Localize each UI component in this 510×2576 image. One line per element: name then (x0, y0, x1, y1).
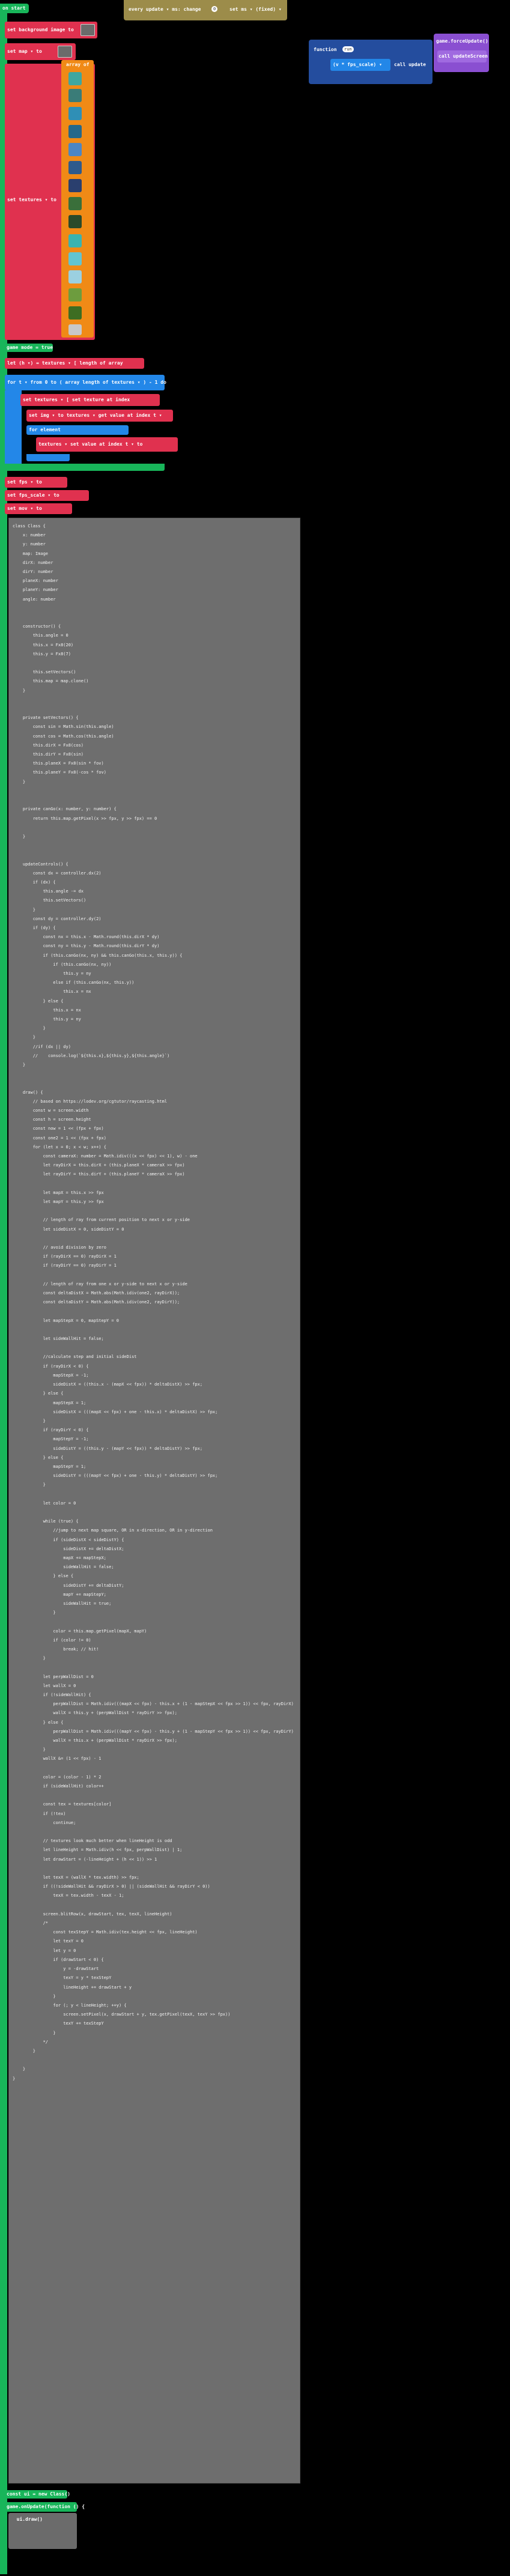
set-textures-label: set textures ▾ to (7, 197, 56, 202)
for-loop-block[interactable]: for t ▾ from 0 to ( array length of text… (5, 375, 166, 390)
call-update-screen-label: call updateScreen (439, 53, 488, 59)
for-loop-body[interactable] (5, 390, 22, 468)
foreach-block[interactable]: for element (26, 425, 129, 435)
const-ui-block[interactable]: const ui = new Class() (5, 2490, 70, 2499)
set-img-block[interactable]: set img ▾ to textures ▾ get value at ind… (26, 410, 173, 422)
set-map-block[interactable]: set map ▾ to (5, 43, 76, 60)
texture-tile-1[interactable] (68, 89, 82, 102)
textures-array-block[interactable]: array of (61, 60, 94, 338)
right-call-label: game.forceUpdate() (436, 38, 488, 44)
code-text: class Class { x: number y: number map: I… (13, 524, 294, 2081)
texture-tile-13[interactable] (68, 306, 82, 320)
texture-tile-2[interactable] (68, 107, 82, 120)
map-image-thumb[interactable] (58, 46, 72, 58)
set-map-label: set map ▾ to (7, 49, 42, 54)
function-block[interactable]: function run (v * fps_scale) ▾ call upda… (309, 40, 433, 84)
function-name[interactable]: run (342, 46, 354, 52)
game-update-block[interactable]: game.onUpdate(function () { (5, 2502, 85, 2512)
background-image-thumb[interactable] (80, 24, 95, 36)
replace-label: textures ▾ set value at index t ▾ to (38, 441, 143, 447)
let-h-block[interactable]: let (h ▾) = textures ▾ [ length of array (5, 358, 144, 369)
texture-tile-7[interactable] (68, 197, 82, 210)
set-background-block[interactable]: set background image to (5, 22, 97, 38)
function-inner-label: (v * fps_scale) ▾ (333, 62, 382, 67)
call-update-label: call update (394, 62, 426, 67)
set-fps-scale-block[interactable]: set fps_scale ▾ to (5, 490, 89, 501)
texture-tile-10[interactable] (68, 252, 82, 265)
for-loop-label: for t ▾ from 0 to ( array length of text… (7, 380, 166, 385)
set-textures-el-block[interactable]: set textures ▾ [ set texture at index (20, 394, 160, 406)
const-ui-label: const ui = new Class() (7, 2491, 70, 2497)
game-mode-block[interactable]: game mode = true (5, 344, 53, 352)
set-textures-el-label: set textures ▾ [ set texture at index (23, 397, 130, 402)
game-update-label: game.onUpdate(function () { (7, 2504, 85, 2509)
texture-tile-11[interactable] (68, 270, 82, 283)
set-fps-scale-label: set fps_scale ▾ to (7, 492, 59, 498)
set-img-label: set img ▾ to textures ▾ get value at ind… (29, 413, 162, 418)
set-background-label: set background image to (7, 27, 74, 32)
update-block[interactable]: every update ▾ ms: change 0 set ms ▾ (fi… (124, 0, 287, 20)
set-fps-label: set fps ▾ to (7, 479, 42, 485)
texture-tile-4[interactable] (68, 143, 82, 156)
let-h-label: let (h ▾) = textures ▾ [ length of array (7, 360, 123, 366)
game-mode-label: game mode = true (7, 345, 53, 350)
set-mov-block[interactable]: set mov ▾ to (5, 503, 72, 514)
texture-tile-6[interactable] (68, 179, 82, 192)
update-block-label: every update ▾ ms: change (129, 7, 201, 12)
foreach-label: for element (29, 427, 61, 432)
for-loop-end (5, 464, 165, 471)
right-call-block[interactable]: game.forceUpdate() call updateScreen (434, 34, 489, 72)
on-start-label: on start (2, 5, 26, 11)
textures-array-label: array of (66, 62, 90, 67)
function-label: function (314, 47, 337, 52)
foreach-end (26, 454, 70, 461)
set-mov-label: set mov ▾ to (7, 506, 42, 511)
ui-draw-label: ui.draw() (11, 2517, 43, 2522)
on-start-header[interactable]: on start (0, 4, 29, 13)
update-block-suffix: set ms ▾ (fixed) ▾ (229, 7, 282, 12)
texture-tile-5[interactable] (68, 161, 82, 174)
texture-tile-3[interactable] (68, 125, 82, 138)
texture-tile-14[interactable] (68, 324, 82, 335)
set-fps-block[interactable]: set fps ▾ to (5, 477, 67, 488)
update-block-value[interactable]: 0 (211, 6, 218, 12)
texture-tile-12[interactable] (68, 288, 82, 302)
replace-block[interactable]: textures ▾ set value at index t ▾ to (36, 437, 178, 452)
function-inner-block[interactable]: (v * fps_scale) ▾ (330, 59, 390, 71)
javascript-code-block[interactable]: class Class { x: number y: number map: I… (8, 518, 300, 2484)
texture-tile-9[interactable] (68, 234, 82, 247)
texture-tile-0[interactable] (68, 72, 82, 85)
ui-draw-block[interactable]: ui.draw() (8, 2513, 77, 2549)
texture-tile-8[interactable] (68, 215, 82, 228)
call-update-screen-block[interactable]: call updateScreen (437, 50, 488, 62)
